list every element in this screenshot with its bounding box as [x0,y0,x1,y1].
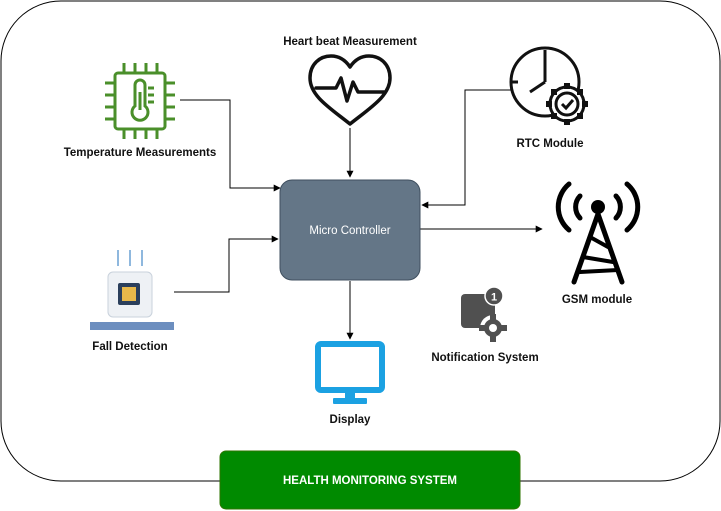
block-diagram: Micro Controller Heart beat Measurement … [0,0,721,510]
notification-badge: 1 [491,292,497,304]
display-label: Display [330,414,372,426]
notification-label: Notification System [431,352,538,364]
system-title: HEALTH MONITORING SYSTEM [283,475,457,487]
gsm-label: GSM module [562,294,632,306]
fall-label: Fall Detection [92,341,167,353]
temperature-label: Temperature Measurements [64,147,217,159]
tower-top [591,200,605,214]
rtc-label: RTC Module [516,138,583,150]
thermometer-chip-icon [105,63,175,139]
microcontroller-label: Micro Controller [309,225,390,237]
heartbeat-label: Heart beat Measurement [283,36,417,48]
